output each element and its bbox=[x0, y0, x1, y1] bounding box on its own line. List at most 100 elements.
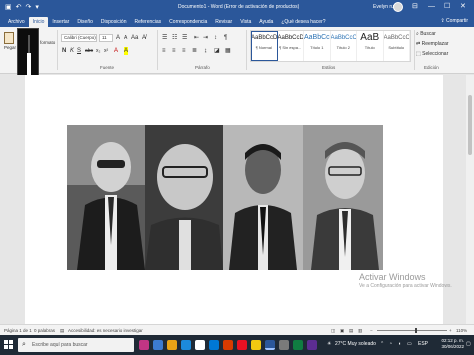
tab-ayuda[interactable]: Ayuda bbox=[255, 17, 277, 27]
pinned-app-icon[interactable] bbox=[307, 340, 317, 350]
taskbar-search-input[interactable]: ⌕ Escribe aquí para buscar bbox=[18, 338, 134, 352]
bullets-icon[interactable]: ☰ bbox=[162, 34, 167, 42]
style-no-spacing[interactable]: AaBbCcDx ¶ Sin espa... bbox=[278, 31, 304, 61]
tell-me-search[interactable]: ¿Qué desea hacer? bbox=[277, 17, 329, 27]
sort-icon[interactable]: ↕ bbox=[214, 34, 217, 42]
photo-portrait-2[interactable] bbox=[145, 125, 223, 270]
justify-icon[interactable]: ≣ bbox=[192, 47, 197, 55]
read-mode-icon[interactable]: ▣ bbox=[340, 328, 344, 334]
language-indicator[interactable]: ESP bbox=[418, 341, 428, 347]
style-heading-1[interactable]: AaBbCc Título 1 bbox=[304, 31, 331, 61]
select-button[interactable]: ⬚ Seleccionar bbox=[416, 51, 448, 57]
tab-inicio[interactable]: Inicio bbox=[28, 17, 49, 27]
tab-disposicion[interactable]: Disposición bbox=[97, 17, 131, 27]
redo-icon[interactable]: ↷ bbox=[26, 4, 32, 11]
mail-icon[interactable] bbox=[209, 340, 219, 350]
zoom-in-icon[interactable]: + bbox=[449, 328, 452, 333]
align-center-icon[interactable]: ≡ bbox=[172, 47, 176, 55]
store-icon[interactable] bbox=[195, 340, 205, 350]
clock[interactable]: 02:12 p. m. 30/06/2022 bbox=[434, 338, 464, 350]
edge-browser-icon[interactable] bbox=[181, 340, 191, 350]
style-subtitle[interactable]: AaBbCcC Subtítulo bbox=[384, 31, 410, 61]
increase-indent-icon[interactable]: ⇥ bbox=[203, 34, 208, 42]
zoom-out-icon[interactable]: − bbox=[370, 328, 373, 333]
close-icon[interactable]: ✕ bbox=[460, 2, 466, 12]
show-marks-icon[interactable]: ¶ bbox=[224, 34, 227, 42]
ribbon-display-icon[interactable]: ⊟ bbox=[412, 2, 418, 12]
scrollbar-thumb[interactable] bbox=[468, 95, 472, 155]
font-size-select[interactable]: 11 bbox=[99, 34, 113, 42]
focus-icon[interactable]: ◫ bbox=[331, 328, 335, 334]
tab-correspondencia[interactable]: Correspondencia bbox=[165, 17, 211, 27]
shading-icon[interactable]: ◪ bbox=[214, 47, 220, 55]
italic-button[interactable]: K bbox=[70, 47, 74, 55]
windows-start-icon[interactable] bbox=[4, 340, 14, 350]
volume-icon[interactable]: ◖ bbox=[398, 341, 401, 347]
notifications-icon[interactable]: ▢ bbox=[466, 341, 471, 347]
excel-icon[interactable] bbox=[293, 340, 303, 350]
file-explorer-icon[interactable] bbox=[167, 340, 177, 350]
superscript-button[interactable]: x² bbox=[104, 47, 108, 55]
font-name-select[interactable]: Calibri (Cuerpo) bbox=[61, 34, 97, 42]
strikethrough-button[interactable]: abc bbox=[85, 47, 93, 55]
tray-chevron-icon[interactable]: ⌃ bbox=[380, 341, 384, 347]
zoom-slider[interactable] bbox=[377, 328, 447, 333]
multilevel-list-icon[interactable]: ☰ bbox=[182, 34, 187, 42]
tab-insertar[interactable]: Insertar bbox=[48, 17, 73, 27]
tab-referencias[interactable]: Referencias bbox=[130, 17, 165, 27]
grow-font-icon[interactable]: A bbox=[116, 34, 120, 42]
find-button[interactable]: ⌕ Buscar bbox=[416, 31, 436, 37]
avatar[interactable] bbox=[393, 2, 403, 12]
tab-diseno[interactable]: Diseño bbox=[73, 17, 97, 27]
subscript-button[interactable]: x₂ bbox=[96, 47, 100, 55]
print-layout-icon[interactable]: ▤ bbox=[349, 328, 353, 334]
word-taskbar-icon[interactable] bbox=[265, 340, 275, 350]
font-color-button[interactable]: A bbox=[114, 47, 118, 55]
maximize-icon[interactable]: ☐ bbox=[444, 2, 450, 12]
style-normal[interactable]: AaBbCcDx ¶ Normal bbox=[251, 31, 278, 61]
align-right-icon[interactable]: ≡ bbox=[182, 47, 186, 55]
style-heading-2[interactable]: AaBbCcC Título 2 bbox=[331, 31, 357, 61]
shrink-font-icon[interactable]: A bbox=[124, 34, 127, 42]
tab-revisar[interactable]: Revisar bbox=[211, 17, 236, 27]
line-spacing-icon[interactable]: ↨ bbox=[204, 47, 207, 55]
accessibility-status[interactable]: Accesibilidad: es necesario investigar bbox=[68, 328, 143, 333]
task-view-icon[interactable] bbox=[153, 340, 163, 350]
underline-button[interactable]: S bbox=[77, 47, 81, 55]
highlight-button[interactable]: A bbox=[124, 47, 129, 55]
proofing-icon[interactable]: ▤ bbox=[60, 328, 64, 334]
pinned-app-icon[interactable] bbox=[279, 340, 289, 350]
zoom-level[interactable]: 110% bbox=[456, 328, 467, 333]
customize-qat-icon[interactable]: ▾ bbox=[35, 4, 39, 11]
bold-button[interactable]: N bbox=[62, 47, 66, 55]
borders-icon[interactable]: ▦ bbox=[225, 47, 231, 55]
photo-portrait-3[interactable] bbox=[223, 125, 303, 270]
word-count[interactable]: 0 palabras bbox=[34, 328, 55, 333]
tab-vista[interactable]: Vista bbox=[236, 17, 255, 27]
decrease-indent-icon[interactable]: ⇤ bbox=[194, 34, 199, 42]
tab-archivo[interactable]: Archivo bbox=[4, 17, 29, 27]
align-left-icon[interactable]: ≡ bbox=[162, 47, 166, 55]
photo-portrait-1[interactable] bbox=[67, 125, 145, 270]
office-icon[interactable] bbox=[223, 340, 233, 350]
network-icon[interactable]: ◔ bbox=[389, 341, 392, 347]
autosave-icon[interactable]: ▣ bbox=[5, 4, 12, 11]
media-app-icon[interactable] bbox=[237, 340, 247, 350]
web-layout-icon[interactable]: ▥ bbox=[358, 328, 362, 334]
paste-button[interactable]: Pegar bbox=[4, 32, 16, 50]
share-button[interactable]: ⇪ Compartir bbox=[440, 16, 468, 26]
format-painter-label[interactable]: formato bbox=[40, 40, 55, 45]
photo-portrait-4[interactable] bbox=[303, 125, 383, 270]
page-count[interactable]: Página 1 de 1 bbox=[4, 328, 32, 333]
numbering-icon[interactable]: ☷ bbox=[172, 34, 177, 42]
minimize-icon[interactable]: — bbox=[428, 2, 435, 12]
clear-format-icon[interactable]: A̸ bbox=[142, 34, 146, 42]
weather-icon[interactable]: ☀ bbox=[327, 341, 331, 347]
weather-widget[interactable]: 27°C Muy soleado bbox=[335, 341, 376, 347]
replace-button[interactable]: ⇄ Reemplazar bbox=[416, 41, 449, 47]
zoom-slider-thumb[interactable] bbox=[415, 328, 417, 333]
undo-icon[interactable]: ↶ bbox=[16, 4, 22, 11]
style-title[interactable]: AaB Título bbox=[357, 31, 384, 61]
battery-icon[interactable]: ▭ bbox=[407, 341, 412, 347]
chrome-icon[interactable] bbox=[251, 340, 261, 350]
